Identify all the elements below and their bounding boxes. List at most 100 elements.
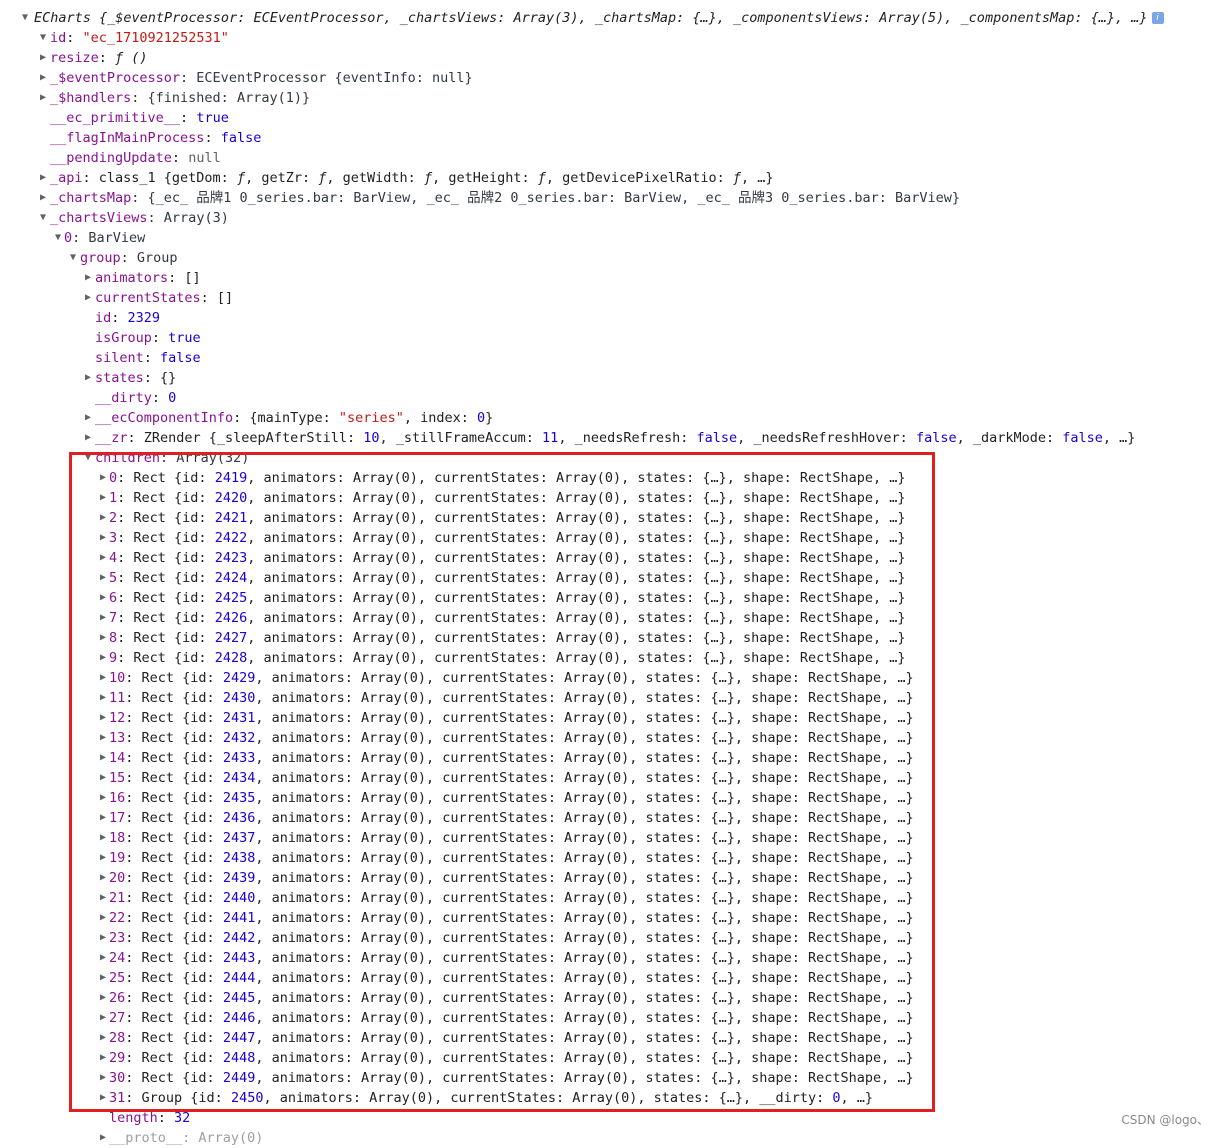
tree-row[interactable]: ▶ __zr: ZRender {_sleepAfterStill: 10, _s… bbox=[0, 428, 1221, 448]
collapsed-triangle-icon[interactable]: ▶ bbox=[98, 988, 108, 1008]
collapsed-triangle-icon[interactable]: ▶ bbox=[38, 188, 48, 208]
collapsed-triangle-icon[interactable]: ▶ bbox=[98, 968, 108, 988]
tree-row[interactable]: ▶ 26: Rect {id: 2445, animators: Array(0)… bbox=[0, 988, 1221, 1008]
token: _chartsViews bbox=[50, 210, 148, 226]
tree-row[interactable]: ▶ 23: Rect {id: 2442, animators: Array(0)… bbox=[0, 928, 1221, 948]
collapsed-triangle-icon[interactable]: ▶ bbox=[98, 528, 108, 548]
tree-row[interactable]: ▶ animators: [] bbox=[0, 268, 1221, 288]
tree-row[interactable]: ▶ __proto__: Array(0) bbox=[0, 1128, 1221, 1148]
tree-row[interactable]: ▶ 14: Rect {id: 2433, animators: Array(0)… bbox=[0, 748, 1221, 768]
expanded-triangle-icon[interactable]: ▼ bbox=[83, 448, 93, 468]
tree-row[interactable]: ▶ 6: Rect {id: 2425, animators: Array(0),… bbox=[0, 588, 1221, 608]
collapsed-triangle-icon[interactable]: ▶ bbox=[98, 608, 108, 628]
collapsed-triangle-icon[interactable]: ▶ bbox=[98, 568, 108, 588]
collapsed-triangle-icon[interactable]: ▶ bbox=[98, 928, 108, 948]
collapsed-triangle-icon[interactable]: ▶ bbox=[98, 628, 108, 648]
collapsed-triangle-icon[interactable]: ▶ bbox=[98, 948, 108, 968]
collapsed-triangle-icon[interactable]: ▶ bbox=[98, 728, 108, 748]
tree-row[interactable]: ▶ 21: Rect {id: 2440, animators: Array(0)… bbox=[0, 888, 1221, 908]
tree-row[interactable]: ▶ __ecComponentInfo: {mainType: "series",… bbox=[0, 408, 1221, 428]
collapsed-triangle-icon[interactable]: ▶ bbox=[98, 828, 108, 848]
collapsed-triangle-icon[interactable]: ▶ bbox=[38, 168, 48, 188]
tree-row[interactable]: ▼ 0: BarView bbox=[0, 228, 1221, 248]
tree-row[interactable]: ▶ 16: Rect {id: 2435, animators: Array(0)… bbox=[0, 788, 1221, 808]
collapsed-triangle-icon[interactable]: ▶ bbox=[98, 688, 108, 708]
tree-row[interactable]: ▶ currentStates: [] bbox=[0, 288, 1221, 308]
tree-row[interactable]: ▶ 17: Rect {id: 2436, animators: Array(0)… bbox=[0, 808, 1221, 828]
tree-row[interactable]: ▶ states: {} bbox=[0, 368, 1221, 388]
collapsed-triangle-icon[interactable]: ▶ bbox=[38, 48, 48, 68]
collapsed-triangle-icon[interactable]: ▶ bbox=[98, 788, 108, 808]
tree-row[interactable]: ▶ _api: class_1 {getDom: ƒ, getZr: ƒ, get… bbox=[0, 168, 1221, 188]
collapsed-triangle-icon[interactable]: ▶ bbox=[98, 1048, 108, 1068]
tree-row[interactable]: ▶ 2: Rect {id: 2421, animators: Array(0),… bbox=[0, 508, 1221, 528]
collapsed-triangle-icon[interactable]: ▶ bbox=[98, 1008, 108, 1028]
expanded-triangle-icon[interactable]: ▼ bbox=[68, 248, 78, 268]
tree-row[interactable]: ▶ _$eventProcessor: ECEventProcessor {eve… bbox=[0, 68, 1221, 88]
collapsed-triangle-icon[interactable]: ▶ bbox=[98, 708, 108, 728]
collapsed-triangle-icon[interactable]: ▶ bbox=[98, 468, 108, 488]
tree-row[interactable]: ▶ 28: Rect {id: 2447, animators: Array(0)… bbox=[0, 1028, 1221, 1048]
expanded-triangle-icon[interactable]: ▼ bbox=[38, 208, 48, 228]
collapsed-triangle-icon[interactable]: ▶ bbox=[98, 488, 108, 508]
collapsed-triangle-icon[interactable]: ▶ bbox=[98, 768, 108, 788]
collapsed-triangle-icon[interactable]: ▶ bbox=[98, 1128, 108, 1148]
tree-row[interactable]: ▶ 20: Rect {id: 2439, animators: Array(0)… bbox=[0, 868, 1221, 888]
collapsed-triangle-icon[interactable]: ▶ bbox=[98, 908, 108, 928]
tree-row[interactable]: ▶ 13: Rect {id: 2432, animators: Array(0)… bbox=[0, 728, 1221, 748]
tree-row[interactable]: ▶ 12: Rect {id: 2431, animators: Array(0)… bbox=[0, 708, 1221, 728]
tree-row[interactable]: ▶ 8: Rect {id: 2427, animators: Array(0),… bbox=[0, 628, 1221, 648]
collapsed-triangle-icon[interactable]: ▶ bbox=[98, 1028, 108, 1048]
tree-row[interactable]: ▶ 19: Rect {id: 2438, animators: Array(0)… bbox=[0, 848, 1221, 868]
collapsed-triangle-icon[interactable]: ▶ bbox=[83, 268, 93, 288]
collapsed-triangle-icon[interactable]: ▶ bbox=[98, 1068, 108, 1088]
collapsed-triangle-icon[interactable]: ▶ bbox=[38, 88, 48, 108]
tree-row[interactable]: ▶ 18: Rect {id: 2437, animators: Array(0)… bbox=[0, 828, 1221, 848]
collapsed-triangle-icon[interactable]: ▶ bbox=[98, 848, 108, 868]
expanded-triangle-icon[interactable]: ▼ bbox=[38, 28, 48, 48]
tree-row[interactable]: ▶ 5: Rect {id: 2424, animators: Array(0),… bbox=[0, 568, 1221, 588]
expanded-triangle-icon[interactable]: ▼ bbox=[20, 8, 30, 28]
tree-row[interactable]: ▶ 31: Group {id: 2450, animators: Array(0… bbox=[0, 1088, 1221, 1108]
collapsed-triangle-icon[interactable]: ▶ bbox=[83, 288, 93, 308]
collapsed-triangle-icon[interactable]: ▶ bbox=[98, 648, 108, 668]
tree-row[interactable]: ▶ 22: Rect {id: 2441, animators: Array(0)… bbox=[0, 908, 1221, 928]
tree-row[interactable]: ▶ 25: Rect {id: 2444, animators: Array(0)… bbox=[0, 968, 1221, 988]
collapsed-triangle-icon[interactable]: ▶ bbox=[98, 888, 108, 908]
collapsed-triangle-icon[interactable]: ▶ bbox=[83, 368, 93, 388]
tree-row[interactable]: ▶ 9: Rect {id: 2428, animators: Array(0),… bbox=[0, 648, 1221, 668]
info-icon[interactable]: i bbox=[1151, 12, 1164, 24]
tree-row[interactable]: ▶ 4: Rect {id: 2423, animators: Array(0),… bbox=[0, 548, 1221, 568]
collapsed-triangle-icon[interactable]: ▶ bbox=[98, 588, 108, 608]
tree-row[interactable]: ▶ _chartsMap: {_ec_ 品牌1 0_series.bar: Bar… bbox=[0, 188, 1221, 208]
collapsed-triangle-icon[interactable]: ▶ bbox=[98, 868, 108, 888]
tree-row[interactable]: ▶ 30: Rect {id: 2449, animators: Array(0)… bbox=[0, 1068, 1221, 1088]
expanded-triangle-icon[interactable]: ▼ bbox=[53, 228, 63, 248]
collapsed-triangle-icon[interactable]: ▶ bbox=[98, 1088, 108, 1108]
tree-row[interactable]: ▶ resize: ƒ () bbox=[0, 48, 1221, 68]
tree-row[interactable]: ▶ 27: Rect {id: 2446, animators: Array(0)… bbox=[0, 1008, 1221, 1028]
collapsed-triangle-icon[interactable]: ▶ bbox=[38, 68, 48, 88]
tree-row[interactable]: ▶ _$handlers: {finished: Array(1)} bbox=[0, 88, 1221, 108]
tree-row[interactable]: ▶ 11: Rect {id: 2430, animators: Array(0)… bbox=[0, 688, 1221, 708]
collapsed-triangle-icon[interactable]: ▶ bbox=[83, 408, 93, 428]
collapsed-triangle-icon[interactable]: ▶ bbox=[98, 508, 108, 528]
collapsed-triangle-icon[interactable]: ▶ bbox=[98, 548, 108, 568]
collapsed-triangle-icon[interactable]: ▶ bbox=[83, 428, 93, 448]
tree-row[interactable]: ▼ children: Array(32) bbox=[0, 448, 1221, 468]
tree-row[interactable]: ▶ 0: Rect {id: 2419, animators: Array(0),… bbox=[0, 468, 1221, 488]
tree-row[interactable]: ▶ 24: Rect {id: 2443, animators: Array(0)… bbox=[0, 948, 1221, 968]
tree-row[interactable]: ▶ 10: Rect {id: 2429, animators: Array(0)… bbox=[0, 668, 1221, 688]
collapsed-triangle-icon[interactable]: ▶ bbox=[98, 668, 108, 688]
tree-row[interactable]: ▼ group: Group bbox=[0, 248, 1221, 268]
tree-row[interactable]: ▶ 7: Rect {id: 2426, animators: Array(0),… bbox=[0, 608, 1221, 628]
tree-row[interactable]: ▼ _chartsViews: Array(3) bbox=[0, 208, 1221, 228]
tree-row[interactable]: ▶ 1: Rect {id: 2420, animators: Array(0),… bbox=[0, 488, 1221, 508]
collapsed-triangle-icon[interactable]: ▶ bbox=[98, 808, 108, 828]
root-row[interactable]: ▼ ECharts {_$eventProcessor: ECEventProc… bbox=[0, 8, 1221, 28]
tree-row[interactable]: ▶ 29: Rect {id: 2448, animators: Array(0)… bbox=[0, 1048, 1221, 1068]
tree-row[interactable]: ▶ 15: Rect {id: 2434, animators: Array(0)… bbox=[0, 768, 1221, 788]
tree-row[interactable]: ▼ id: "ec_1710921252531" bbox=[0, 28, 1221, 48]
tree-row[interactable]: ▶ 3: Rect {id: 2422, animators: Array(0),… bbox=[0, 528, 1221, 548]
collapsed-triangle-icon[interactable]: ▶ bbox=[98, 748, 108, 768]
